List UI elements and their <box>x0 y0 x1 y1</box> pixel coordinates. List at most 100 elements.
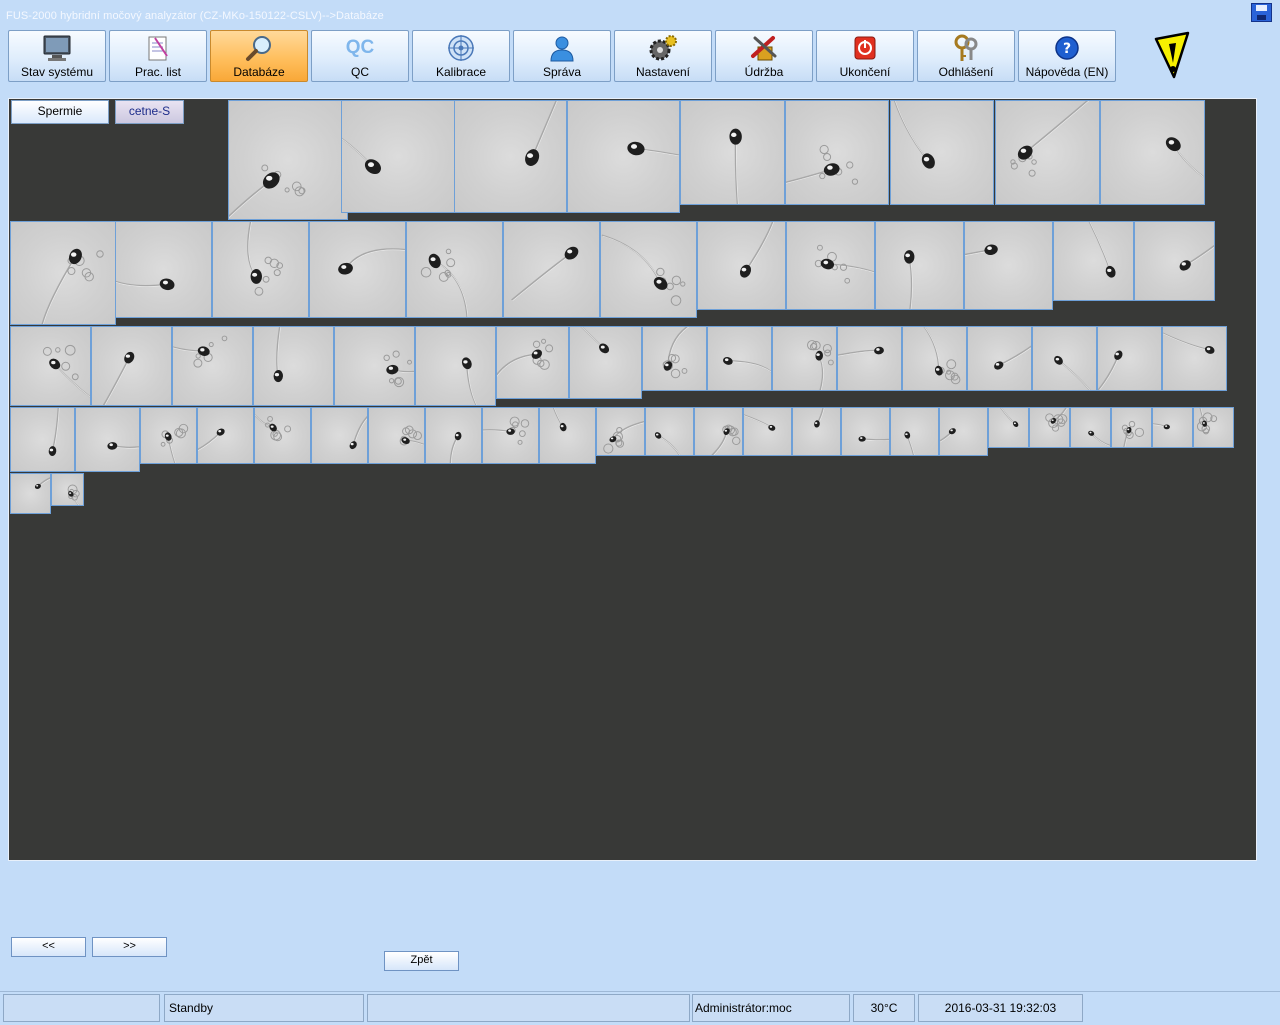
sperm-cell-image <box>1098 350 1123 390</box>
toolbar-button-ukončení[interactable]: Ukončení <box>816 30 914 82</box>
status-user: Administrátor:moc <box>692 994 850 1022</box>
sperm-thumbnail[interactable] <box>75 407 140 472</box>
sperm-thumbnail[interactable] <box>539 407 596 464</box>
sperm-thumbnail[interactable] <box>567 100 680 213</box>
prev-page-button[interactable]: << <box>11 937 86 957</box>
sperm-thumbnail[interactable] <box>311 407 368 464</box>
sperm-thumbnail[interactable] <box>212 221 309 318</box>
sperm-thumbnail[interactable] <box>10 221 116 325</box>
sperm-cell-image <box>1179 244 1214 271</box>
toolbar-button-prac-list[interactable]: Prac. list <box>109 30 207 82</box>
sperm-thumbnail[interactable] <box>1100 100 1205 205</box>
toolbar-button-odhlášení[interactable]: Odhlášení <box>917 30 1015 82</box>
sperm-thumbnail[interactable] <box>228 100 348 220</box>
sperm-thumbnail[interactable] <box>1053 221 1134 301</box>
sperm-thumbnail[interactable] <box>91 326 172 406</box>
sperm-thumbnail[interactable] <box>890 100 994 205</box>
sperm-thumbnail[interactable] <box>743 407 792 456</box>
sperm-thumbnail[interactable] <box>988 407 1029 448</box>
sperm-thumbnail[interactable] <box>785 100 889 205</box>
toolbar-button-nastavení[interactable]: Nastavení <box>614 30 712 82</box>
sperm-thumbnail[interactable] <box>334 326 415 406</box>
sperm-cell-image <box>904 250 915 309</box>
sperm-thumbnail[interactable] <box>406 221 503 318</box>
toolbar-button-správa[interactable]: Správa <box>513 30 611 82</box>
toolbar-button-stav-systému[interactable]: Stav systému <box>8 30 106 82</box>
sperm-thumbnail[interactable] <box>115 221 212 318</box>
sperm-thumbnail[interactable] <box>645 407 694 456</box>
sperm-thumbnail[interactable] <box>1134 221 1215 301</box>
sperm-thumbnail[interactable] <box>482 407 539 464</box>
tools-icon <box>749 34 779 62</box>
sperm-thumbnail[interactable] <box>503 221 600 318</box>
sperm-thumbnail[interactable] <box>995 100 1100 205</box>
sperm-thumbnail[interactable] <box>368 407 425 464</box>
sperm-thumbnail[interactable] <box>1162 326 1227 391</box>
sperm-thumbnail[interactable] <box>707 326 772 391</box>
sperm-thumbnail[interactable] <box>875 221 964 310</box>
qc-icon: QC <box>345 34 375 62</box>
sperm-thumbnail[interactable] <box>10 326 91 406</box>
sperm-thumbnail[interactable] <box>1193 407 1234 448</box>
sperm-cell-image <box>904 431 915 455</box>
back-button[interactable]: Zpět <box>384 951 459 971</box>
sperm-cell-image <box>627 141 679 157</box>
save-icon[interactable] <box>1251 3 1272 22</box>
sperm-thumbnail[interactable] <box>425 407 482 464</box>
sperm-thumbnail[interactable] <box>837 326 902 391</box>
sperm-thumbnail[interactable] <box>841 407 890 456</box>
sperm-thumbnail[interactable] <box>254 407 311 464</box>
sperm-cell-image <box>255 413 292 442</box>
sperm-cell-image <box>923 327 961 385</box>
sperm-thumbnail[interactable] <box>1070 407 1111 448</box>
sperm-thumbnail[interactable] <box>890 407 939 456</box>
warning-icon[interactable] <box>1152 31 1192 81</box>
sperm-thumbnail[interactable] <box>1029 407 1070 448</box>
sperm-cell-image <box>399 425 424 446</box>
sperm-thumbnail[interactable] <box>600 221 697 318</box>
next-page-button[interactable]: >> <box>92 937 167 957</box>
toolbar-button-databáze[interactable]: Databáze <box>210 30 308 82</box>
sperm-thumbnail[interactable] <box>496 326 569 399</box>
sperm-thumbnail[interactable] <box>1032 326 1097 391</box>
sperm-thumbnail[interactable] <box>10 473 51 514</box>
tab-cetne-s[interactable]: cetne-S <box>115 100 184 124</box>
sperm-thumbnail[interactable] <box>902 326 967 391</box>
sperm-cell-image <box>553 408 567 432</box>
sperm-thumbnail[interactable] <box>939 407 988 456</box>
magnifier-icon <box>244 34 274 62</box>
worklist-icon <box>143 34 173 62</box>
sperm-thumbnail[interactable] <box>197 407 254 464</box>
sperm-thumbnail[interactable] <box>172 326 253 406</box>
toolbar-button-qc[interactable]: QC QC <box>311 30 409 82</box>
sperm-thumbnail[interactable] <box>1097 326 1162 391</box>
sperm-thumbnail[interactable] <box>140 407 197 464</box>
toolbar-button-nápověda-en[interactable]: ? Nápověda (EN) <box>1018 30 1116 82</box>
sperm-thumbnail[interactable] <box>309 221 406 318</box>
toolbar-button-kalibrace[interactable]: Kalibrace <box>412 30 510 82</box>
sperm-thumbnail[interactable] <box>786 221 875 310</box>
tab-spermie[interactable]: Spermie <box>11 100 109 124</box>
sperm-thumbnail[interactable] <box>341 100 455 213</box>
sperm-thumbnail[interactable] <box>415 326 496 406</box>
sperm-thumbnail[interactable] <box>772 326 837 391</box>
sperm-thumbnail[interactable] <box>1152 407 1193 448</box>
sperm-thumbnail[interactable] <box>454 100 567 213</box>
sperm-thumbnail[interactable] <box>964 221 1053 310</box>
sperm-thumbnail[interactable] <box>697 221 786 310</box>
sperm-thumbnail[interactable] <box>51 473 84 506</box>
toolbar-button-údržba[interactable]: Údržba <box>715 30 813 82</box>
sperm-thumbnail[interactable] <box>253 326 334 406</box>
sperm-thumbnail[interactable] <box>642 326 707 391</box>
sperm-thumbnail[interactable] <box>792 407 841 456</box>
sperm-thumbnail[interactable] <box>596 407 645 456</box>
sperm-thumbnail[interactable] <box>569 326 642 399</box>
toolbar-button-label: Nápověda (EN) <box>1025 65 1109 79</box>
sperm-thumbnail[interactable] <box>694 407 743 456</box>
sperm-cell-image <box>601 234 686 306</box>
sperm-thumbnail[interactable] <box>1111 407 1152 448</box>
sperm-cell-image <box>994 345 1031 370</box>
sperm-thumbnail[interactable] <box>967 326 1032 391</box>
sperm-thumbnail[interactable] <box>10 407 75 472</box>
sperm-thumbnail[interactable] <box>680 100 785 205</box>
